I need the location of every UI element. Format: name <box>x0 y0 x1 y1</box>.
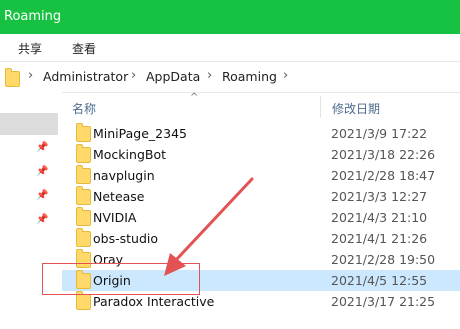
annotation-arrow-icon <box>164 177 254 276</box>
